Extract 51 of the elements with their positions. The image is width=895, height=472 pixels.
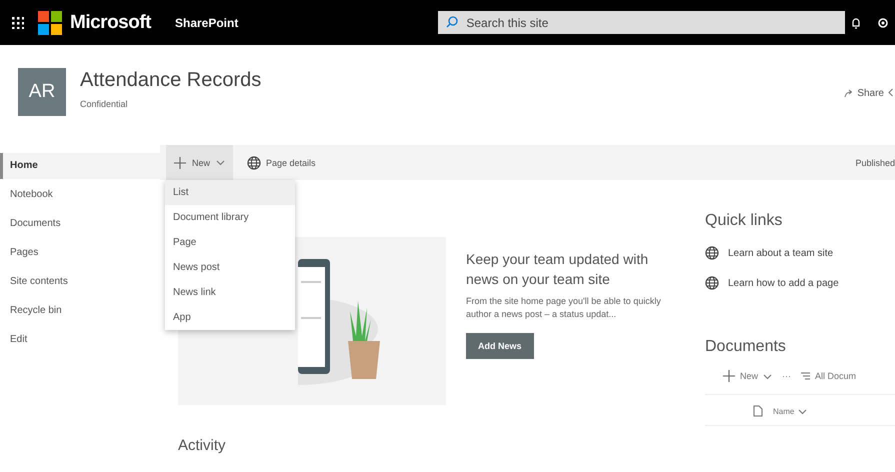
- nav-item[interactable]: Recycle bin: [0, 298, 160, 324]
- search-field[interactable]: Search this site: [438, 11, 846, 34]
- globe-icon: [705, 276, 719, 290]
- menu-item[interactable]: App: [165, 305, 295, 330]
- menu-item[interactable]: Page: [165, 230, 295, 255]
- quick-link[interactable]: Learn about a team site: [705, 246, 834, 260]
- nav-item[interactable]: Pages: [0, 240, 160, 266]
- menu-item[interactable]: List: [165, 180, 295, 205]
- nav-item[interactable]: Documents: [0, 211, 160, 237]
- site-logo: AR: [18, 68, 66, 116]
- section-title: Quick links: [705, 212, 784, 230]
- column-header[interactable]: Name: [773, 406, 808, 416]
- globe-icon: [705, 246, 719, 260]
- share-icon: [844, 88, 854, 98]
- site-title: Attendance Records: [80, 69, 262, 92]
- file-icon: [753, 405, 763, 417]
- app-name[interactable]: SharePoint: [175, 16, 238, 30]
- search-icon: [446, 16, 458, 28]
- notification-bell-icon: [851, 16, 861, 28]
- menu-item[interactable]: News post: [165, 255, 295, 280]
- nav-item[interactable]: Home: [0, 153, 160, 179]
- menu-item[interactable]: News link: [165, 280, 295, 305]
- chevron-down-icon: [216, 159, 226, 166]
- brand-name: Microsoft: [70, 12, 151, 34]
- nav-item[interactable]: Edit: [0, 327, 160, 353]
- more-button[interactable]: ···: [782, 371, 792, 381]
- nav-item[interactable]: Site contents: [0, 269, 160, 295]
- quick-link[interactable]: Learn how to add a page: [705, 276, 839, 290]
- section-title: Activity: [178, 437, 227, 454]
- new-button[interactable]: New: [723, 370, 772, 382]
- list-icon: [801, 372, 810, 380]
- new-button[interactable]: New: [166, 145, 234, 180]
- section-title: Documents: [705, 338, 787, 356]
- plus-icon: [174, 156, 186, 168]
- news-description: From the site home page you'll be able to quickly author a news post – a status updat...: [466, 295, 662, 321]
- publish-status: Published: [855, 158, 895, 168]
- chevron-down-icon: [798, 408, 808, 414]
- app-launcher-icon: [12, 16, 24, 28]
- page-details-button[interactable]: Page details: [241, 154, 322, 170]
- nav-item[interactable]: Notebook: [0, 182, 160, 208]
- view-button[interactable]: All Docum: [801, 371, 856, 381]
- add-news-button[interactable]: Add News: [466, 333, 534, 359]
- plus-icon: [723, 370, 735, 382]
- microsoft-logo-icon: [38, 10, 62, 34]
- news-heading: Keep your team updated with news on your team site: [466, 250, 650, 289]
- globe-icon: [247, 156, 262, 170]
- chevron-down-icon: [763, 372, 772, 380]
- site-subtitle: Confidential: [80, 99, 129, 109]
- settings-icon: [877, 16, 889, 28]
- share-button[interactable]: Share: [844, 86, 884, 100]
- menu-item[interactable]: Document library: [165, 205, 295, 230]
